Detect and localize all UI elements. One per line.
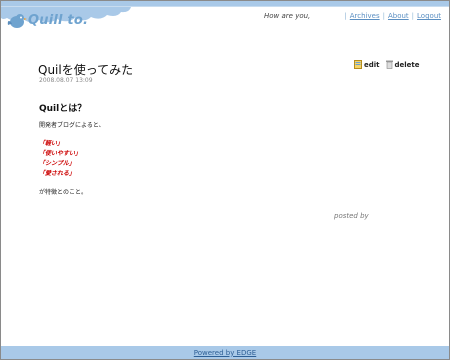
nav-separator: | — [411, 12, 415, 20]
list-item: 「愛される」 — [39, 170, 76, 177]
edit-label: edit — [364, 60, 380, 69]
post-actions: edit delete — [354, 60, 420, 69]
list-item: 「軽い」 — [39, 140, 64, 147]
nav-archives-link[interactable]: Archives — [350, 12, 380, 20]
top-navigation: | Archives | About | Logout — [344, 12, 441, 20]
list-item: 「使いやすい」 — [39, 150, 82, 157]
nav-about-link[interactable]: About — [388, 12, 409, 20]
list-item: 「シンプル」 — [39, 160, 75, 167]
nav-separator: | — [344, 12, 347, 20]
post-date: 2008.08.07 13:09 — [39, 77, 93, 84]
intro-text: 開発者ブログによると、 — [39, 122, 105, 129]
delete-label: delete — [394, 60, 420, 69]
quill-bird-icon — [7, 14, 27, 28]
post-title: Quilを使ってみた — [38, 63, 134, 77]
outro-text: が特徴とのこと。 — [39, 189, 87, 196]
nav-separator: | — [382, 12, 385, 20]
logo-text: Quill to. — [28, 12, 89, 28]
nav-logout-link[interactable]: Logout — [417, 12, 441, 20]
delete-button[interactable]: delete — [385, 60, 420, 69]
footer-bar: Powered by EDGE — [1, 346, 449, 359]
greeting-text: How are you, — [264, 12, 311, 20]
feature-list: 「軽い」 「使いやすい」 「シンプル」 「愛される」 — [39, 139, 81, 179]
app-window: Quill to. How are you, | Archives | Abou… — [1, 1, 449, 359]
edit-button[interactable]: edit — [354, 60, 380, 69]
edit-icon — [354, 60, 362, 69]
trash-icon — [385, 60, 393, 69]
site-logo[interactable]: Quill to. — [7, 10, 88, 30]
posted-by-text: posted by — [334, 212, 369, 220]
section-heading: Quilとは？ — [39, 104, 87, 114]
powered-by-link[interactable]: Powered by EDGE — [194, 349, 256, 357]
